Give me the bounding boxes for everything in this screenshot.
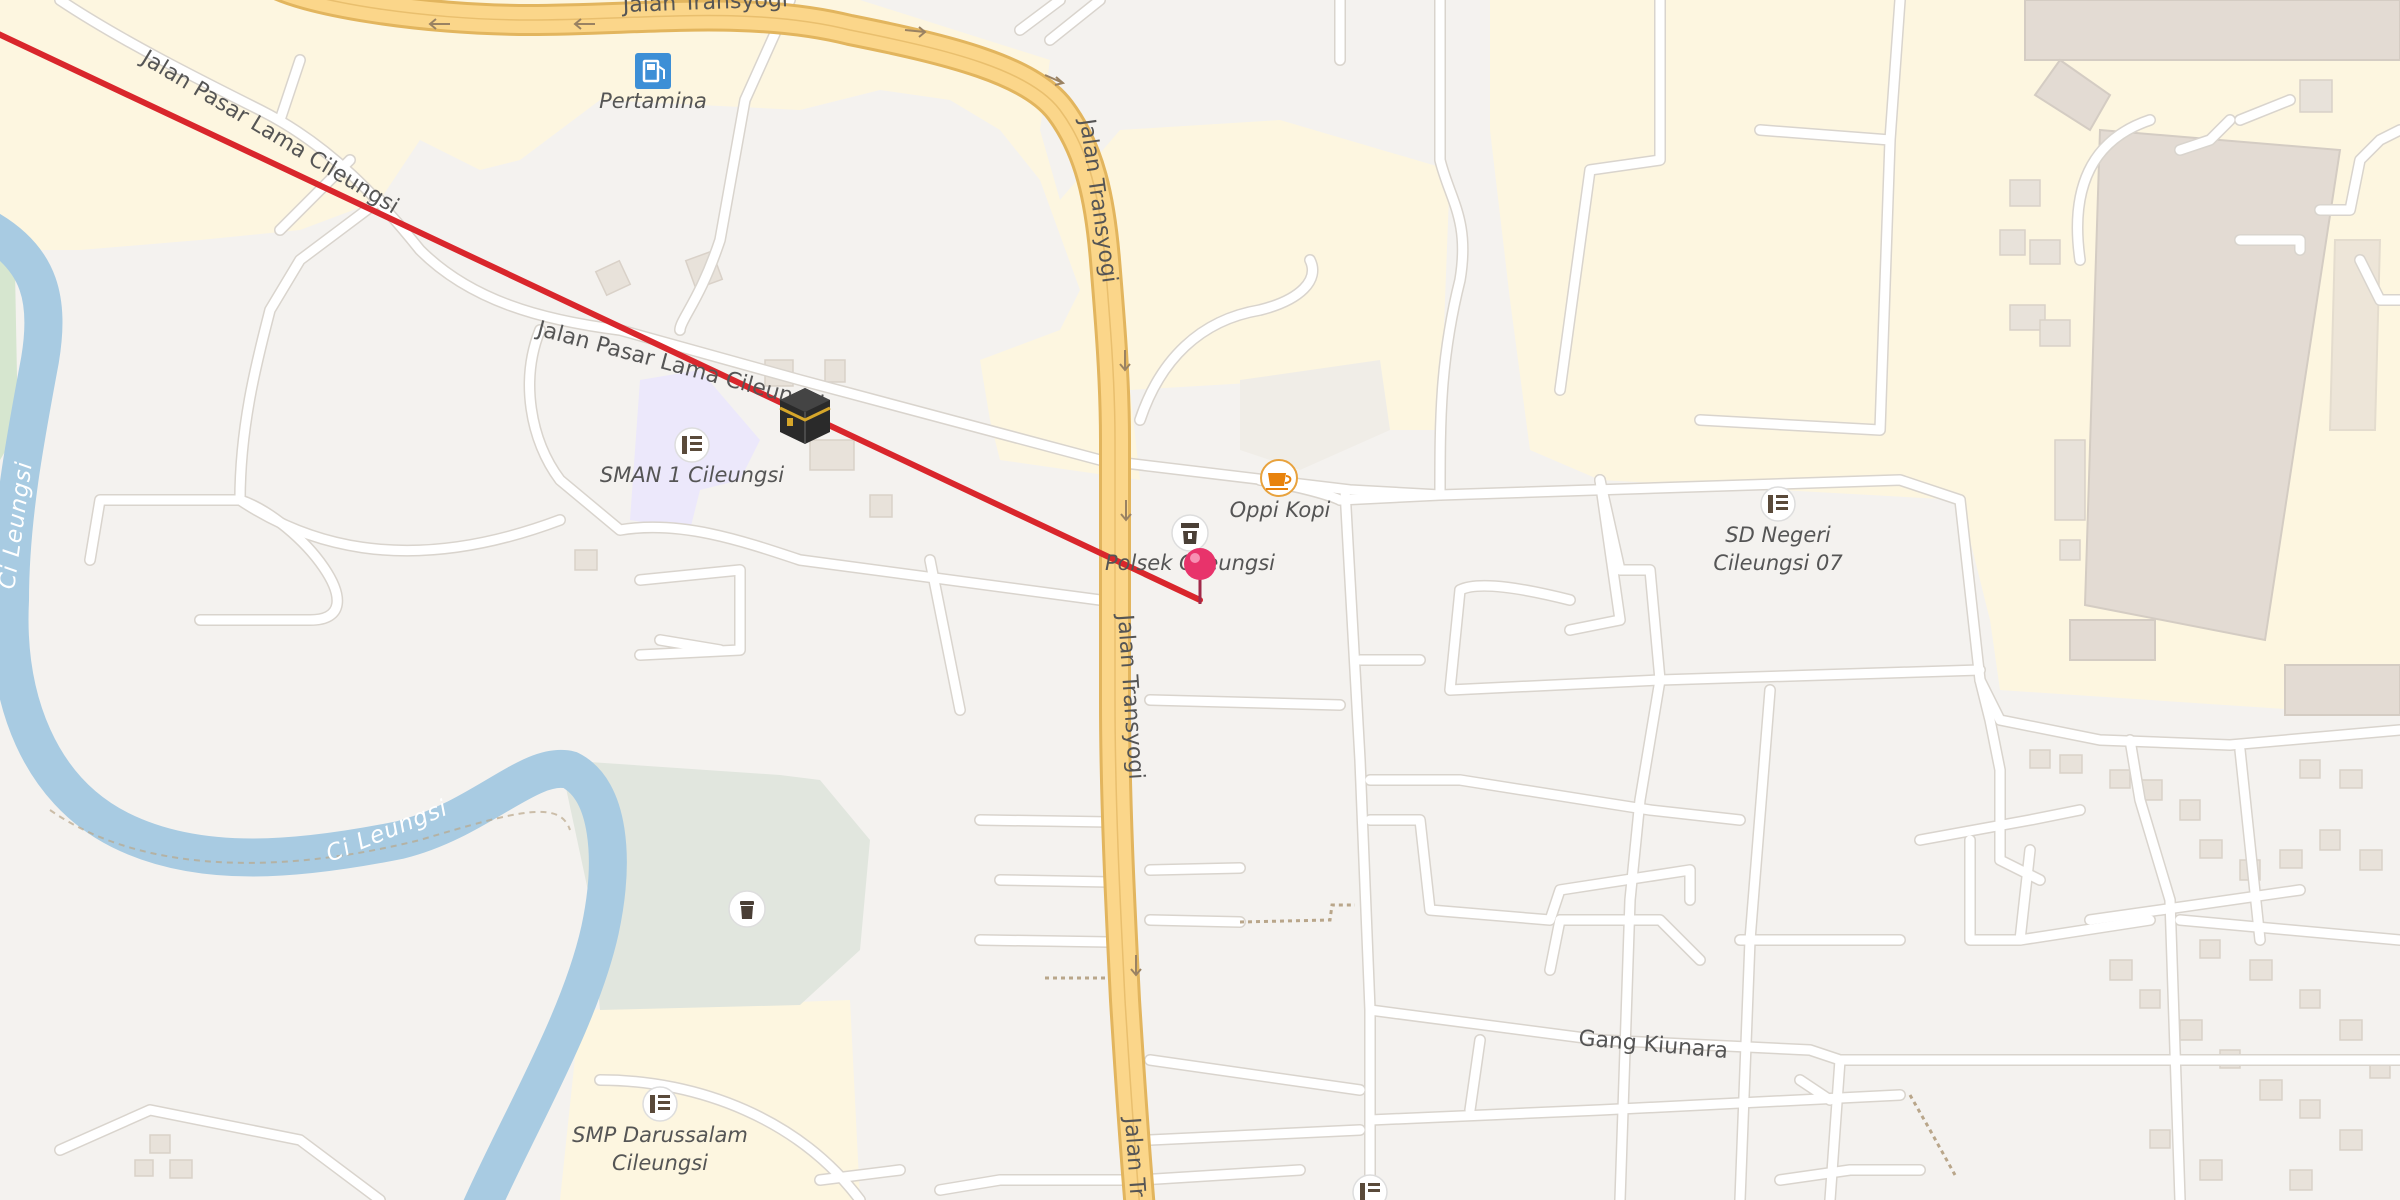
poi-label-sd-negeri-1: SD Negeri [1725,523,1831,547]
police-icon [1171,514,1209,552]
school-icon [1760,486,1796,522]
poi-sd-negeri[interactable]: SD Negeri Cileungsi 07 [1713,486,1843,575]
poi-label-sd-negeri-2: Cileungsi 07 [1713,551,1843,575]
river-ci-leungsi [0,214,627,1200]
poi-label-oppi-kopi: Oppi Kopi [1230,498,1331,522]
school-icon [642,1086,678,1122]
poi-label-smp-1: SMP Darussalam [572,1123,748,1147]
school-icon[interactable] [1352,1174,1388,1200]
map-svg: Jalan Transyogi Jalan Transyogi Jalan Tr… [0,0,2400,1200]
map-canvas[interactable]: Jalan Transyogi Jalan Transyogi Jalan Tr… [0,0,2400,1200]
poi-label-sman1: SMAN 1 Cileungsi [600,463,784,487]
road-label-gang-kiunara: Gang Kiunara [1577,1026,1728,1064]
cemetery-icon[interactable] [728,890,766,928]
poi-label-pertamina: Pertamina [599,89,707,113]
cafe-icon [1260,459,1298,497]
fuel-station-icon [635,53,671,89]
poi-label-smp-2: Cileungsi [612,1151,708,1175]
school-icon [674,427,710,463]
